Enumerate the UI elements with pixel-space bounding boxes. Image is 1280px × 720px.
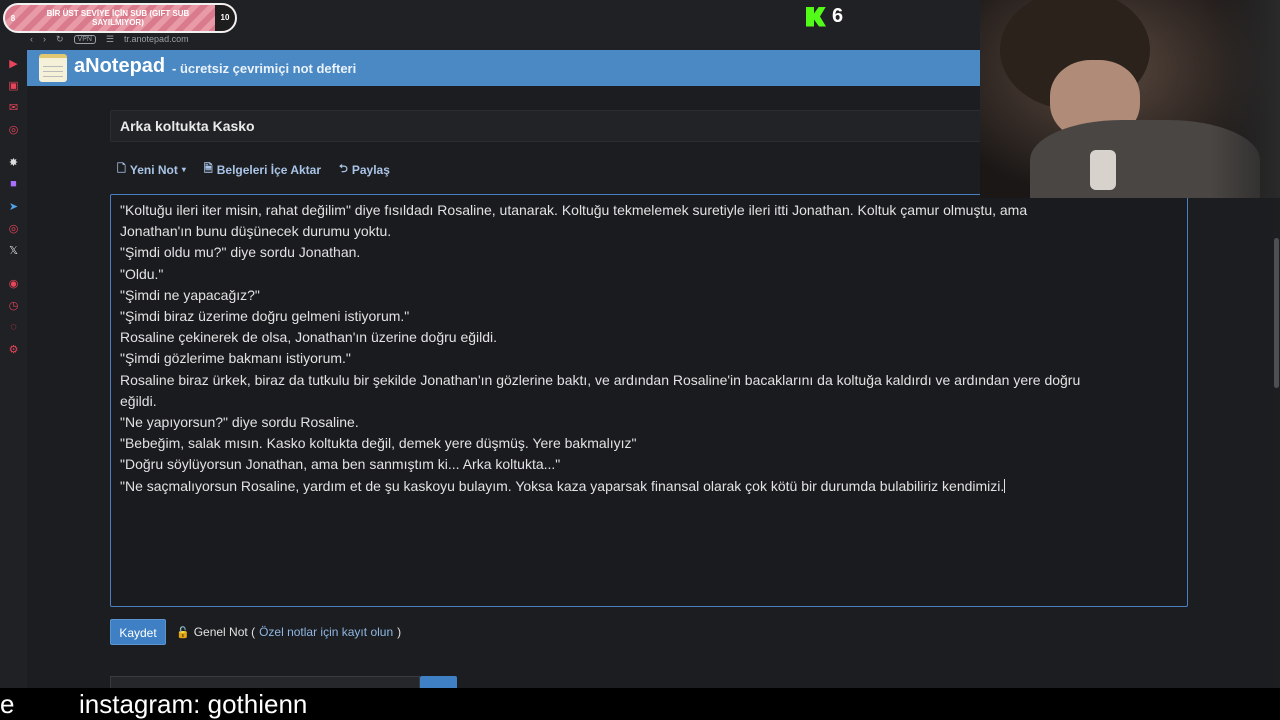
instagram-handle: instagram: gothienn — [79, 689, 308, 719]
youtube-icon[interactable]: ▶ — [0, 52, 27, 74]
note-line: "Ne yapıyorsun?" diye sordu Rosaline. — [120, 414, 359, 431]
record-icon[interactable]: ◉ — [0, 272, 27, 294]
note-line: "Şimdi ne yapacağız?" — [120, 286, 260, 303]
sub-level-right: 10 — [215, 5, 235, 31]
save-button[interactable]: Kaydet — [110, 619, 166, 645]
notepad-logo-icon[interactable] — [39, 54, 67, 82]
back-icon[interactable]: ‹ — [30, 34, 33, 44]
document-icon: 🗋 — [117, 163, 126, 175]
note-line: eğildi. — [120, 392, 157, 409]
share-label: Paylaş — [351, 162, 390, 177]
chevron-down-icon: ▾ — [181, 165, 186, 174]
webcam-shadow — [1210, 0, 1280, 198]
page-scrollbar[interactable] — [1273, 198, 1280, 688]
kick-count: 6 — [832, 5, 844, 27]
site-brand[interactable]: aNotepad — [74, 55, 165, 78]
note-editor[interactable]: "Koltuğu ileri iter misin, rahat değilim… — [110, 194, 1188, 607]
import-docs-label: Belgeleri İçe Aktar — [216, 162, 322, 177]
twitch-icon[interactable]: ■ — [0, 173, 27, 195]
chatgpt-icon[interactable]: ✸ — [0, 151, 27, 173]
note-line: "Doğru söylüyorsun Jonathan, ama ben san… — [120, 456, 561, 473]
note-title-field[interactable]: Arka koltukta Kasko — [110, 110, 990, 142]
lock-icon: 🔓 — [176, 626, 190, 639]
public-note-label: Genel Not ( — [193, 625, 256, 639]
screen: 8 BİR ÜST SEVİYE İÇİN SUB (GIFT SUB SAYI… — [0, 0, 1280, 720]
note-line: "Şimdi oldu mu?" diye sordu Jonathan. — [120, 244, 361, 261]
vpn-badge[interactable]: VPN — [73, 34, 96, 44]
instagram-icon[interactable]: ◎ — [0, 118, 27, 140]
note-title: Arka koltukta Kasko — [120, 118, 255, 134]
mail-icon[interactable]: ✉ — [0, 96, 27, 118]
microphone-icon — [1090, 150, 1116, 190]
public-note-toggle[interactable]: 🔓 Genel Not (Özel notlar için kayıt olun… — [176, 625, 401, 639]
webcam-overlay — [980, 0, 1280, 198]
chat-icon[interactable]: ◌ — [0, 316, 27, 338]
settings-icon[interactable]: ⚙ — [0, 338, 27, 360]
import-icon: 🗎 — [203, 163, 213, 175]
kick-logo-icon — [806, 6, 826, 27]
share-button[interactable]: ⮌ Paylaş — [339, 160, 390, 179]
ticker-fragment: e — [0, 689, 15, 719]
note-line: Rosaline biraz ürkek, biraz da tutkulu b… — [120, 371, 1081, 388]
new-note-button[interactable]: 🗋 Yeni Not ▾ — [117, 160, 186, 179]
note-line: "Şimdi gözlerime bakmanı istiyorum." — [120, 350, 351, 367]
reload-icon[interactable]: ↻ — [56, 34, 64, 45]
register-link[interactable]: Özel notlar için kayıt olun — [259, 625, 393, 639]
browser-nav: ‹ › ↻ VPN ☰ tr.anotepad.com — [30, 31, 189, 47]
save-row: Kaydet 🔓 Genel Not (Özel notlar için kay… — [110, 619, 401, 645]
x-icon[interactable]: 𝕏 — [0, 239, 27, 261]
public-note-close: ) — [397, 625, 402, 639]
stream-bottom-bar: e instagram: gothienn — [0, 688, 1280, 720]
scrollbar-thumb[interactable] — [1274, 238, 1279, 388]
note-line: Rosaline çekinerek de olsa, Jonathan'ın … — [120, 329, 498, 346]
note-line: "Şimdi biraz üzerime doğru gelmeni istiy… — [120, 308, 410, 325]
instagram-icon[interactable]: ◎ — [0, 217, 27, 239]
history-icon[interactable]: ◷ — [0, 294, 27, 316]
import-docs-button[interactable]: 🗎 Belgeleri İçe Aktar — [204, 160, 321, 179]
share-icon: ⮌ — [339, 163, 348, 175]
site-tagline: - ücretsiz çevrimiçi not defteri — [172, 61, 357, 76]
text-cursor — [1004, 478, 1006, 493]
kick-counter: 6 — [806, 5, 843, 28]
sub-goal-banner: 8 BİR ÜST SEVİYE İÇİN SUB (GIFT SUB SAYI… — [3, 3, 237, 33]
note-line-text: "Ne saçmalıyorsun Rosaline, yardım et de… — [120, 477, 1005, 494]
note-line: "Koltuğu ileri iter misin, rahat değilim… — [120, 202, 1028, 218]
note-line: Jonathan'ın bunu düşünecek durumu yoktu. — [120, 223, 392, 240]
sub-goal-text: BİR ÜST SEVİYE İÇİN SUB (GIFT SUB SAYILM… — [46, 9, 190, 27]
sub-level-left: 8 — [10, 13, 16, 23]
bag-icon[interactable]: ▣ — [0, 74, 27, 96]
note-line: "Bebeğim, salak mısın. Kasko koltukta de… — [120, 435, 637, 452]
browser-sidebar: ▶ ▣ ✉ ◎ ✸ ■ ➤ ◎ 𝕏 ◉ ◷ ◌ ⚙ — [0, 50, 27, 688]
new-note-label: Yeni Not — [129, 162, 178, 177]
note-line-last: "Ne saçmalıyorsun Rosaline, yardım et de… — [120, 476, 1178, 497]
site-info-icon[interactable]: ☰ — [106, 34, 114, 45]
forward-icon[interactable]: › — [43, 34, 46, 44]
telegram-icon[interactable]: ➤ — [0, 195, 27, 217]
note-toolbar: 🗋 Yeni Not ▾ 🗎 Belgeleri İçe Aktar ⮌ Pay… — [117, 160, 390, 179]
address-bar[interactable]: tr.anotepad.com — [124, 34, 189, 44]
note-line: "Oldu." — [120, 265, 164, 282]
